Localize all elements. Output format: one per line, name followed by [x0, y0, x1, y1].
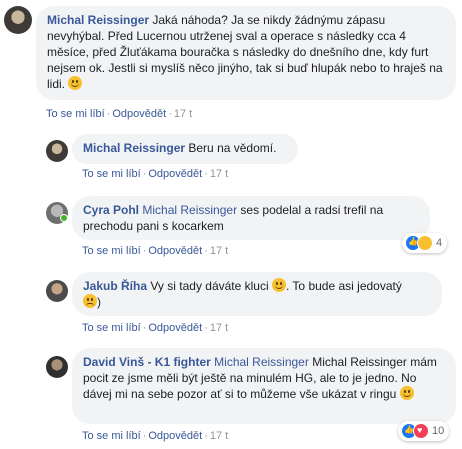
comment-author[interactable]: Michal Reissinger — [47, 13, 149, 27]
reply-link[interactable]: Odpovědět — [148, 245, 202, 257]
comment-time[interactable]: 17 t — [210, 322, 228, 334]
comment-actions: To se mi líbí · Odpovědět · 17 t — [82, 168, 229, 180]
comment-author[interactable]: Jakub Říha — [83, 279, 147, 293]
like-link[interactable]: To se mi líbí — [82, 168, 141, 180]
like-link[interactable]: To se mi líbí — [46, 108, 105, 120]
wink-emoji-icon — [399, 386, 414, 400]
comment-mention[interactable]: Michal Reissinger — [214, 355, 309, 369]
comment-text: Vy si tady dáváte kluci — [147, 279, 272, 293]
comment-actions: To se mi líbí · Odpovědět · 17 t — [82, 430, 229, 442]
reaction-summary[interactable]: 10 — [398, 421, 450, 441]
comment-actions: To se mi líbí · Odpovědět · 17 t — [82, 245, 229, 257]
comment-actions: To se mi líbí · Odpovědět · 17 t — [82, 322, 229, 334]
wink-emoji-icon — [68, 76, 83, 90]
avatar[interactable] — [46, 280, 68, 302]
like-link[interactable]: To se mi líbí — [82, 245, 141, 257]
comment-time[interactable]: 17 t — [210, 168, 228, 180]
comment-time[interactable]: 17 t — [210, 430, 228, 442]
comment-bubble: Michal Reissinger Jaká náhoda? Ja se nik… — [36, 6, 456, 100]
online-status-icon — [60, 214, 68, 222]
comment-time[interactable]: 17 t — [174, 108, 192, 120]
reaction-count: 4 — [436, 237, 443, 249]
sad-emoji-icon — [83, 294, 97, 308]
reaction-summary[interactable]: 4 — [402, 233, 448, 253]
reply-link[interactable]: Odpovědět — [148, 430, 202, 442]
reply-link[interactable]: Odpovědět — [112, 108, 166, 120]
like-link[interactable]: To se mi líbí — [82, 430, 141, 442]
avatar[interactable] — [46, 140, 68, 162]
comment-bubble: Michal Reissinger Beru na vědomí. — [72, 134, 298, 164]
comment-author[interactable]: David Vinš - K1 fighter — [83, 355, 211, 369]
comment-bubble: Jakub Říha Vy si tady dáváte kluci . To … — [72, 272, 442, 316]
reaction-count: 10 — [432, 425, 445, 437]
comment-text: . To bude asi jedovatý — [285, 279, 402, 293]
comment-bubble: Cyra Pohl Michal Reissinger ses podelal … — [72, 196, 430, 240]
comment-author[interactable]: Michal Reissinger — [83, 141, 185, 155]
comment-bubble: David Vinš - K1 fighter Michal Reissinge… — [72, 348, 456, 424]
reply-link[interactable]: Odpovědět — [148, 322, 202, 334]
comment-actions: To se mi líbí · Odpovědět · 17 t — [46, 108, 193, 120]
like-link[interactable]: To se mi líbí — [82, 322, 141, 334]
avatar[interactable] — [46, 356, 68, 378]
haha-reaction-icon — [417, 235, 433, 251]
reply-link[interactable]: Odpovědět — [148, 168, 202, 180]
comment-author[interactable]: Cyra Pohl — [83, 203, 139, 217]
smile-emoji-icon — [271, 278, 286, 292]
comment-mention[interactable]: Michal Reissinger — [142, 203, 237, 217]
comment-text: ) — [97, 295, 101, 309]
comment-time[interactable]: 17 t — [210, 245, 228, 257]
avatar[interactable] — [4, 6, 32, 34]
comment-text: Beru na vědomí. — [185, 141, 277, 155]
heart-reaction-icon — [413, 423, 429, 439]
